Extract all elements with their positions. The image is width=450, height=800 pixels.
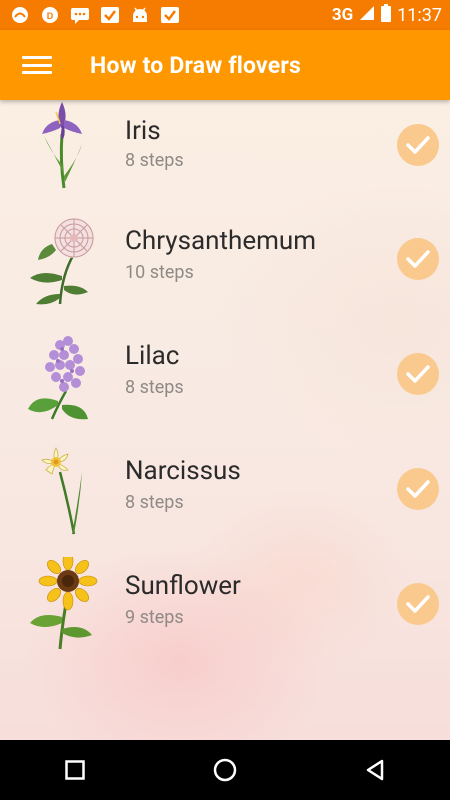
signal-icon bbox=[359, 5, 375, 26]
system-status: 3G 11:37 bbox=[331, 3, 442, 27]
svg-text:D: D bbox=[47, 11, 54, 21]
item-steps: 8 steps bbox=[125, 377, 184, 398]
home-button[interactable] bbox=[200, 745, 250, 795]
lilac-icon bbox=[22, 331, 102, 427]
completed-check-icon bbox=[397, 238, 439, 280]
network-type: 3G bbox=[331, 5, 354, 25]
flower-list-container: Iris 8 steps Chrysanthemum 10 steps Lila… bbox=[0, 100, 450, 740]
battery-icon bbox=[381, 3, 392, 27]
check-notification-icon bbox=[100, 6, 120, 24]
page-title: How to Draw flovers bbox=[90, 51, 302, 79]
list-item-iris[interactable]: Iris 8 steps bbox=[0, 100, 450, 210]
item-title: Chrysanthemum bbox=[125, 226, 317, 256]
android-icon bbox=[130, 6, 150, 24]
item-steps: 10 steps bbox=[125, 262, 194, 283]
item-steps: 9 steps bbox=[125, 607, 184, 628]
item-steps: 8 steps bbox=[125, 492, 184, 513]
navigation-bar bbox=[0, 740, 450, 800]
item-title: Lilac bbox=[125, 341, 180, 371]
app-notification-icon bbox=[10, 6, 30, 24]
completed-check-icon bbox=[397, 353, 439, 395]
check-notification-icon bbox=[160, 6, 180, 24]
hamburger-icon bbox=[22, 56, 52, 59]
item-title: Iris bbox=[125, 116, 161, 146]
iris-icon bbox=[26, 100, 96, 192]
clock: 11:37 bbox=[397, 4, 442, 26]
item-title: Narcissus bbox=[125, 456, 241, 486]
circle-icon bbox=[213, 758, 237, 782]
list-item-sunflower[interactable]: Sunflower 9 steps bbox=[0, 551, 450, 665]
list-item-narcissus[interactable]: Narcissus 8 steps bbox=[0, 440, 450, 550]
item-title: Sunflower bbox=[125, 571, 241, 601]
item-steps: 8 steps bbox=[125, 150, 184, 171]
narcissus-icon bbox=[34, 442, 94, 538]
app-notification-icon: D bbox=[40, 6, 60, 24]
list-item-chrysanthemum[interactable]: Chrysanthemum 10 steps bbox=[0, 210, 450, 320]
completed-check-icon bbox=[397, 468, 439, 510]
notification-icons: D bbox=[10, 6, 180, 24]
status-bar: D 3G 11:37 bbox=[0, 0, 450, 30]
chrysanthemum-icon bbox=[22, 214, 102, 310]
square-icon bbox=[65, 760, 85, 780]
menu-button[interactable] bbox=[22, 53, 52, 77]
completed-check-icon bbox=[397, 124, 439, 166]
completed-check-icon bbox=[397, 583, 439, 625]
list-item-lilac[interactable]: Lilac 8 steps bbox=[0, 325, 450, 435]
recent-apps-button[interactable] bbox=[50, 745, 100, 795]
app-bar: How to Draw flovers bbox=[0, 30, 450, 100]
back-triangle-icon bbox=[366, 759, 384, 781]
message-icon bbox=[70, 6, 90, 24]
sunflower-icon bbox=[22, 551, 102, 653]
back-button[interactable] bbox=[350, 745, 400, 795]
